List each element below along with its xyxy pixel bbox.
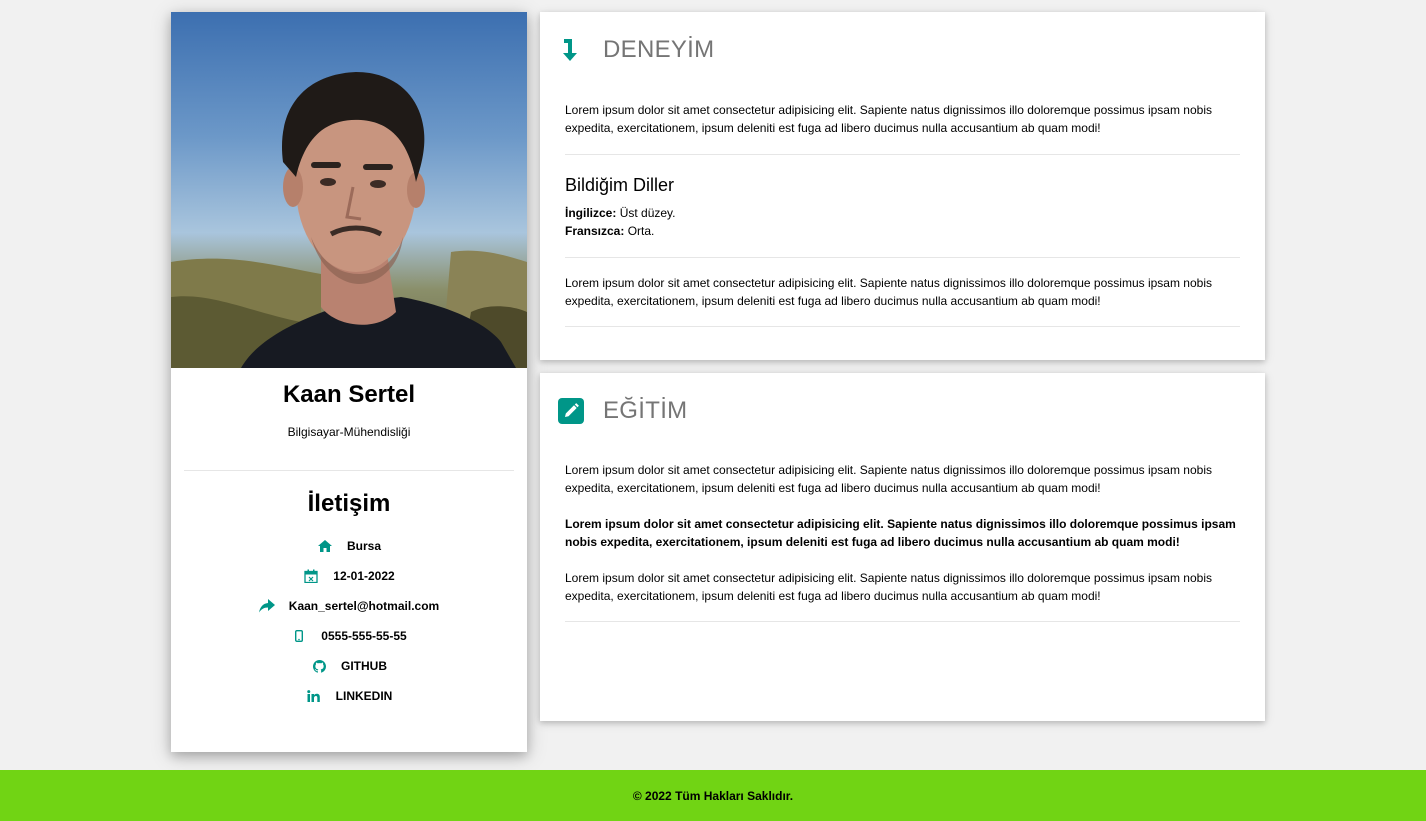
contact-location-text: Bursa bbox=[346, 539, 381, 553]
profile-name: Kaan Sertel bbox=[282, 381, 416, 408]
contact-linkedin[interactable]: LINKEDIN bbox=[171, 681, 527, 711]
github-icon bbox=[311, 658, 327, 674]
profile-photo-illustration bbox=[171, 72, 527, 368]
language-level: Üst düzey. bbox=[619, 206, 676, 220]
language-item: İngilizce: Üst düzey. bbox=[565, 204, 1240, 222]
profile-divider bbox=[184, 470, 514, 471]
experience-heading: DENEYİM bbox=[603, 36, 715, 63]
contact-phone-text[interactable]: 0555-555-55-55 bbox=[321, 629, 406, 643]
contact-linkedin-text[interactable]: LINKEDIN bbox=[336, 689, 393, 703]
linkedin-icon bbox=[306, 688, 322, 704]
education-card: EĞİTİM Lorem ipsum dolor sit amet consec… bbox=[540, 373, 1265, 721]
contact-date-text: 12-01-2022 bbox=[333, 569, 395, 583]
education-paragraph-1: Lorem ipsum dolor sit amet consectetur a… bbox=[565, 463, 1212, 495]
arrow-down-icon bbox=[558, 37, 584, 63]
contact-heading: İletişim bbox=[307, 490, 391, 517]
contact-phone[interactable]: 0555-555-55-55 bbox=[171, 621, 527, 651]
calendar-icon bbox=[303, 568, 319, 584]
footer-copyright: © 2022 Tüm Hakları Saklıdır. bbox=[632, 788, 794, 803]
language-label: İngilizce: bbox=[565, 206, 617, 220]
pencil-square-icon bbox=[558, 398, 584, 424]
education-divider bbox=[565, 621, 1240, 622]
language-label: Fransızca: bbox=[565, 224, 625, 238]
language-level: Orta. bbox=[627, 224, 655, 238]
profile-photo bbox=[171, 12, 527, 368]
profile-card: Kaan Sertel Bilgisayar-Mühendisliği İlet… bbox=[171, 12, 527, 752]
share-arrow-icon bbox=[258, 598, 275, 614]
experience-header: DENEYİM bbox=[563, 12, 1240, 88]
contact-date: 12-01-2022 bbox=[171, 561, 527, 591]
home-icon bbox=[317, 538, 333, 554]
experience-card: DENEYİM Lorem ipsum dolor sit amet conse… bbox=[540, 12, 1265, 360]
footer: © 2022 Tüm Hakları Saklıdır. bbox=[0, 770, 1426, 821]
experience-paragraph-1: Lorem ipsum dolor sit amet consectetur a… bbox=[565, 103, 1212, 135]
education-paragraph-3: Lorem ipsum dolor sit amet consectetur a… bbox=[565, 571, 1212, 603]
contact-location: Bursa bbox=[171, 531, 527, 561]
contact-email-text[interactable]: Kaan_sertel@hotmail.com bbox=[289, 599, 439, 613]
contact-list: Bursa 12-01-2022 Kaan_sertel@hotmail.com… bbox=[171, 531, 527, 711]
education-heading: EĞİTİM bbox=[603, 397, 688, 424]
language-item: Fransızca: Orta. bbox=[565, 222, 1240, 240]
education-paragraph-2: Lorem ipsum dolor sit amet consectetur a… bbox=[565, 517, 1236, 549]
mobile-phone-icon bbox=[291, 628, 307, 644]
languages-list: İngilizce: Üst düzey. Fransızca: Orta. bbox=[565, 204, 1240, 240]
profile-title: Bilgisayar-Mühendisliği bbox=[287, 425, 411, 439]
experience-divider-1 bbox=[565, 154, 1240, 155]
experience-paragraph-2: Lorem ipsum dolor sit amet consectetur a… bbox=[565, 276, 1212, 308]
languages-heading: Bildiğim Diller bbox=[565, 175, 675, 195]
contact-email[interactable]: Kaan_sertel@hotmail.com bbox=[171, 591, 527, 621]
education-header: EĞİTİM bbox=[558, 373, 1240, 449]
contact-github[interactable]: GITHUB bbox=[171, 651, 527, 681]
contact-github-text[interactable]: GITHUB bbox=[341, 659, 387, 673]
experience-divider-3 bbox=[565, 326, 1240, 327]
experience-divider-2 bbox=[565, 257, 1240, 258]
